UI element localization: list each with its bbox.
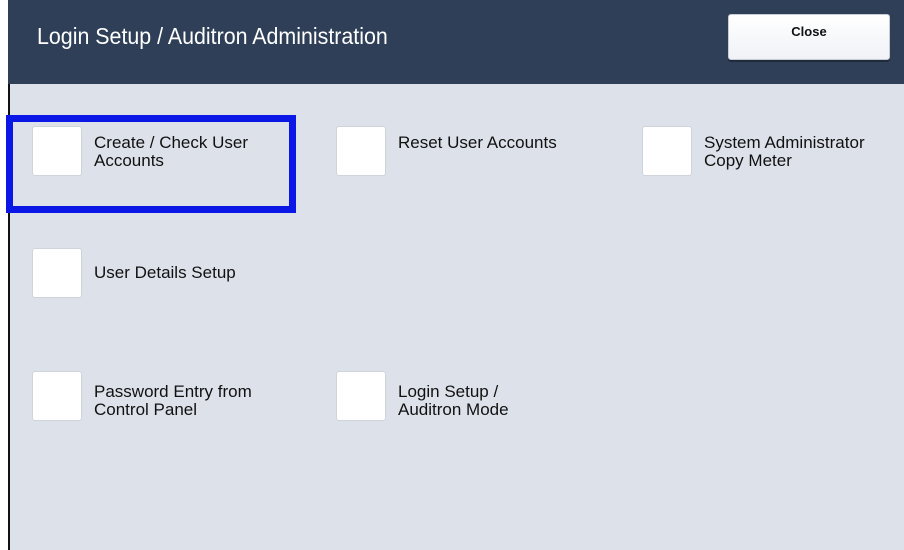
user-details-setup-option[interactable]: User Details Setup: [32, 248, 302, 324]
close-button[interactable]: Close: [728, 14, 890, 60]
option-checkbox[interactable]: [32, 126, 82, 176]
option-checkbox[interactable]: [32, 371, 82, 421]
option-label: System Administrator Copy Meter: [704, 133, 865, 170]
login-setup-auditron-mode-option[interactable]: Login Setup / Auditron Mode: [336, 371, 606, 447]
login-setup-auditron-screen: Login Setup / Auditron Administration Cl…: [0, 0, 904, 550]
page-title: Login Setup / Auditron Administration: [37, 23, 388, 49]
option-checkbox[interactable]: [336, 371, 386, 421]
password-entry-from-control-panel-option[interactable]: Password Entry from Control Panel: [32, 371, 302, 447]
option-label: Login Setup / Auditron Mode: [398, 382, 509, 419]
option-label: Password Entry from Control Panel: [94, 382, 252, 419]
create-check-user-accounts-option[interactable]: Create / Check User Accounts: [32, 126, 302, 202]
option-checkbox[interactable]: [336, 126, 386, 176]
system-administrator-copy-meter-option[interactable]: System Administrator Copy Meter: [642, 126, 892, 202]
option-label: Create / Check User Accounts: [94, 133, 248, 170]
options-panel: Create / Check User Accounts Reset User …: [8, 84, 904, 550]
option-checkbox[interactable]: [32, 248, 82, 298]
option-checkbox[interactable]: [642, 126, 692, 176]
option-label: User Details Setup: [94, 263, 236, 282]
header-bar: Login Setup / Auditron Administration Cl…: [8, 0, 904, 84]
reset-user-accounts-option[interactable]: Reset User Accounts: [336, 126, 606, 202]
option-label: Reset User Accounts: [398, 133, 557, 152]
